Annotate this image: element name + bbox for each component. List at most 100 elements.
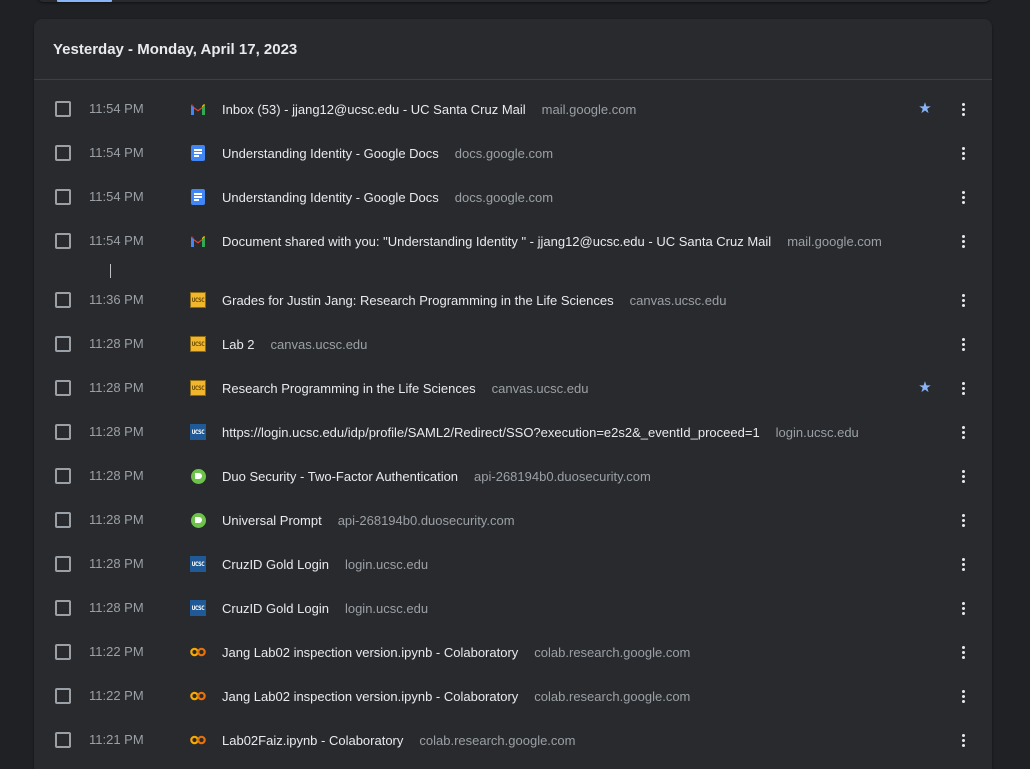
history-entry: 11:21 PM Lab02Faiz.ipynb - Colaboratory co… — [34, 718, 992, 762]
entry-time: 11:28 PM — [89, 556, 144, 571]
entry-time: 11:22 PM — [89, 688, 144, 703]
entry-domain[interactable]: mail.google.com — [787, 234, 882, 249]
entry-checkbox[interactable] — [55, 688, 71, 704]
entry-checkbox[interactable] — [55, 468, 71, 484]
entry-title[interactable]: CruzID Gold Login — [222, 601, 329, 616]
entry-checkbox[interactable] — [55, 600, 71, 616]
more-actions-menu-icon[interactable] — [953, 143, 973, 163]
entry-link[interactable]: Universal Prompt api-268194b0.duosecurity… — [222, 498, 515, 542]
entry-title[interactable]: Universal Prompt — [222, 513, 322, 528]
bookmark-star-icon[interactable]: ★ — [916, 100, 934, 118]
more-actions-menu-icon[interactable] — [953, 378, 973, 398]
entry-link[interactable]: Understanding Identity - Google Docs docs… — [222, 175, 553, 219]
more-actions-menu-icon[interactable] — [953, 99, 973, 119]
entry-title[interactable]: Jang Lab02 inspection version.ipynb - Co… — [222, 689, 518, 704]
more-actions-menu-icon[interactable] — [953, 334, 973, 354]
more-actions-menu-icon[interactable] — [953, 686, 973, 706]
entry-link[interactable]: Research Programming in the Life Science… — [222, 366, 588, 410]
entry-link[interactable]: Document shared with you: "Understanding… — [222, 219, 882, 263]
entry-domain[interactable]: api-268194b0.duosecurity.com — [474, 469, 651, 484]
entry-title[interactable]: Jang Lab02 inspection version.ipynb - Co… — [222, 645, 518, 660]
entry-domain[interactable]: colab.research.google.com — [419, 733, 575, 748]
entry-domain[interactable]: canvas.ucsc.edu — [630, 293, 727, 308]
entry-title[interactable]: Grades for Justin Jang: Research Program… — [222, 293, 614, 308]
entry-title[interactable]: CruzID Gold Login — [222, 557, 329, 572]
entry-time: 11:54 PM — [89, 101, 144, 116]
more-actions-menu-icon[interactable] — [953, 422, 973, 442]
history-entry: 11:28 PM Universal Prompt api-268194b0.duo… — [34, 498, 992, 542]
entry-domain[interactable]: docs.google.com — [455, 190, 553, 205]
focus-indicator — [57, 0, 112, 2]
entry-link[interactable]: CruzID Gold Login login.ucsc.edu — [222, 586, 428, 630]
entry-link[interactable]: Grades for Justin Jang: Research Program… — [222, 278, 726, 322]
entry-link[interactable]: Lab02Faiz.ipynb - Colaboratory colab.rese… — [222, 718, 575, 762]
entry-link[interactable]: Duo Security - Two-Factor Authentication… — [222, 454, 651, 498]
bookmark-star-icon[interactable]: ★ — [916, 379, 934, 397]
entry-title[interactable]: Research Programming in the Life Science… — [222, 381, 476, 396]
duo-security-icon — [190, 512, 206, 528]
entry-checkbox[interactable] — [55, 101, 71, 117]
entry-checkbox[interactable] — [55, 380, 71, 396]
entry-domain[interactable]: login.ucsc.edu — [776, 425, 859, 440]
more-actions-menu-icon[interactable] — [953, 187, 973, 207]
colab-icon — [190, 688, 206, 704]
more-actions-menu-icon[interactable] — [953, 554, 973, 574]
entry-checkbox[interactable] — [55, 233, 71, 249]
entry-title[interactable]: Understanding Identity - Google Docs — [222, 190, 439, 205]
entry-title[interactable]: Inbox (53) - jjang12@ucsc.edu - UC Santa… — [222, 102, 526, 117]
entry-link[interactable]: Lab 2 canvas.ucsc.edu — [222, 322, 367, 366]
entry-time: 11:28 PM — [89, 468, 144, 483]
entry-checkbox[interactable] — [55, 145, 71, 161]
entry-link[interactable]: https://login.ucsc.edu/idp/profile/SAML2… — [222, 410, 859, 454]
history-entry: 11:22 PM Jang Lab02 inspection version.ip… — [34, 630, 992, 674]
entry-time: 11:54 PM — [89, 189, 144, 204]
history-entry: 11:54 PM Inbox (53) - jjang12@ucsc.edu - … — [34, 87, 992, 131]
entry-title[interactable]: Duo Security - Two-Factor Authentication — [222, 469, 458, 484]
more-actions-menu-icon[interactable] — [953, 231, 973, 251]
more-actions-menu-icon[interactable] — [953, 466, 973, 486]
entry-checkbox[interactable] — [55, 556, 71, 572]
ucsc-login-icon: UCSC — [190, 556, 206, 572]
history-entry: 11:28 PM UCSC Lab 2 canvas.ucsc.edu — [34, 322, 992, 366]
more-actions-menu-icon[interactable] — [953, 730, 973, 750]
entry-checkbox[interactable] — [55, 189, 71, 205]
entry-link[interactable]: Inbox (53) - jjang12@ucsc.edu - UC Santa… — [222, 87, 636, 131]
entry-domain[interactable]: colab.research.google.com — [534, 645, 690, 660]
text-cursor — [110, 264, 111, 278]
entry-checkbox[interactable] — [55, 732, 71, 748]
gmail-icon — [190, 233, 206, 249]
entry-title[interactable]: Document shared with you: "Understanding… — [222, 234, 771, 249]
more-actions-menu-icon[interactable] — [953, 510, 973, 530]
entry-link[interactable]: Jang Lab02 inspection version.ipynb - Co… — [222, 674, 690, 718]
entry-checkbox[interactable] — [55, 644, 71, 660]
entry-checkbox[interactable] — [55, 336, 71, 352]
entry-time: 11:21 PM — [89, 732, 144, 747]
entry-checkbox[interactable] — [55, 512, 71, 528]
entry-title[interactable]: Lab 2 — [222, 337, 255, 352]
entry-time: 11:28 PM — [89, 380, 144, 395]
entry-link[interactable]: Understanding Identity - Google Docs docs… — [222, 131, 553, 175]
history-entry: 11:54 PM Document shared with you: "Under… — [34, 219, 992, 263]
google-docs-icon — [190, 189, 206, 205]
colab-icon — [190, 644, 206, 660]
entry-domain[interactable]: canvas.ucsc.edu — [492, 381, 589, 396]
entry-domain[interactable]: api-268194b0.duosecurity.com — [338, 513, 515, 528]
entry-link[interactable]: Jang Lab02 inspection version.ipynb - Co… — [222, 630, 690, 674]
more-actions-menu-icon[interactable] — [953, 290, 973, 310]
entry-domain[interactable]: canvas.ucsc.edu — [271, 337, 368, 352]
entry-time: 11:54 PM — [89, 145, 144, 160]
entry-title[interactable]: Understanding Identity - Google Docs — [222, 146, 439, 161]
entry-checkbox[interactable] — [55, 292, 71, 308]
more-actions-menu-icon[interactable] — [953, 598, 973, 618]
entry-domain[interactable]: login.ucsc.edu — [345, 601, 428, 616]
entry-checkbox[interactable] — [55, 424, 71, 440]
more-actions-menu-icon[interactable] — [953, 642, 973, 662]
entry-link[interactable]: CruzID Gold Login login.ucsc.edu — [222, 542, 428, 586]
entry-domain[interactable]: login.ucsc.edu — [345, 557, 428, 572]
entry-domain[interactable]: colab.research.google.com — [534, 689, 690, 704]
entry-domain[interactable]: docs.google.com — [455, 146, 553, 161]
entry-title[interactable]: https://login.ucsc.edu/idp/profile/SAML2… — [222, 425, 760, 440]
entry-domain[interactable]: mail.google.com — [542, 102, 637, 117]
entry-title[interactable]: Lab02Faiz.ipynb - Colaboratory — [222, 733, 403, 748]
history-day-card: Yesterday - Monday, April 17, 2023 11:54… — [34, 19, 992, 769]
